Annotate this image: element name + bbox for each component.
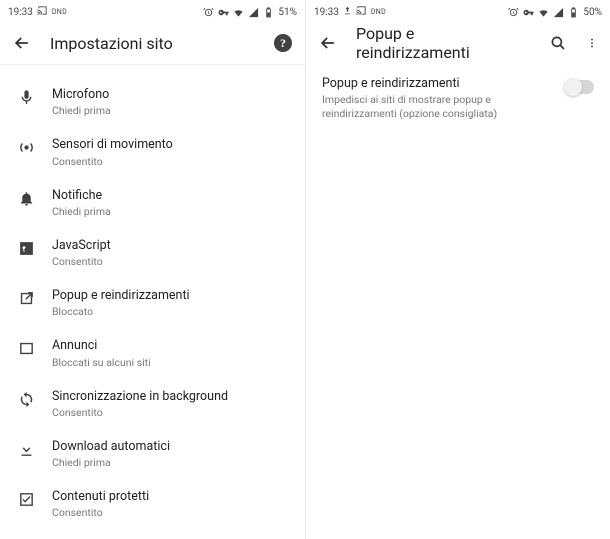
protected-icon: [18, 489, 52, 508]
vpn-key-icon: [523, 7, 534, 18]
app-bar: Popup e reindirizzamenti: [306, 22, 610, 64]
settings-row-sync[interactable]: Sincronizzazione in backgroundConsentito: [0, 379, 305, 429]
popup-icon: [18, 288, 52, 307]
toggle-switch[interactable]: [564, 80, 594, 94]
row-label: Microfono: [52, 87, 291, 103]
page-title: Popup e reindirizzamenti: [356, 24, 530, 62]
row-sub: Consentito: [52, 506, 291, 519]
settings-row-bell[interactable]: NotificheChiedi prima: [0, 178, 305, 228]
row-label: Contenuti protetti: [52, 489, 291, 505]
row-label: JavaScript: [52, 238, 291, 254]
row-sub: Consentito: [52, 155, 291, 168]
overflow-button[interactable]: [586, 33, 598, 53]
screen-site-settings: 19:33 DND 51% Impostazioni sito ? Microf…: [0, 0, 305, 539]
row-label: Popup e reindirizzamenti: [52, 288, 291, 304]
more-vert-icon: [586, 35, 598, 51]
back-button[interactable]: [318, 33, 338, 53]
popup-toggle-row[interactable]: Popup e reindirizzamenti Impedisci ai si…: [306, 64, 610, 133]
row-label: Sincronizzazione in background: [52, 389, 291, 405]
row-sub: Consentito: [52, 255, 291, 268]
signal-icon: [553, 7, 564, 18]
row-sub: Chiedi prima: [52, 104, 291, 117]
detail-description: Impedisci ai siti di mostrare popup e re…: [322, 93, 542, 121]
status-dnd: DND: [371, 8, 386, 16]
status-time: 19:33: [314, 7, 339, 18]
js-icon: [18, 238, 52, 257]
row-label: Download automatici: [52, 439, 291, 455]
settings-row-sensor[interactable]: Sensori di movimento Consentito: [0, 127, 305, 177]
search-button[interactable]: [548, 33, 568, 53]
row-sub: Bloccati su alcuni siti: [52, 356, 291, 369]
square-icon: [18, 338, 52, 357]
battery-icon: [568, 7, 579, 18]
wifi-icon: [233, 7, 244, 18]
row-sub: Chiedi prima: [52, 456, 291, 469]
row-sub: Chiedi prima: [52, 205, 291, 218]
status-bar: 19:33 DND 51%: [0, 0, 305, 22]
status-battery: 51%: [278, 7, 297, 18]
wifi-icon: [538, 7, 549, 18]
row-sub: Bloccato: [52, 305, 291, 318]
status-dnd: DND: [52, 8, 67, 16]
search-icon: [549, 34, 567, 52]
row-label: Annunci: [52, 338, 291, 354]
download-icon: [18, 439, 52, 458]
screen-popup-redirects: 19:33 DND 50% Popup e reindirizzamenti P…: [305, 0, 610, 539]
help-icon: ?: [274, 34, 292, 52]
mic-icon: [18, 87, 52, 106]
settings-row-js[interactable]: JavaScriptConsentito: [0, 228, 305, 278]
row-label: Notifiche: [52, 188, 291, 204]
settings-list: MicrofonoChiedi primaSensori di moviment…: [0, 65, 305, 539]
sync-icon: [18, 389, 52, 408]
settings-row-square[interactable]: Annunci Bloccati su alcuni siti: [0, 328, 305, 378]
status-bar: 19:33 DND 50%: [306, 0, 610, 22]
sensor-icon: [18, 137, 52, 156]
detail-title: Popup e reindirizzamenti: [322, 76, 554, 91]
page-title: Impostazioni sito: [50, 34, 255, 53]
app-bar: Impostazioni sito ?: [0, 22, 305, 64]
row-label: Sensori di movimento: [52, 137, 291, 153]
status-time: 19:33: [8, 7, 33, 18]
settings-row-popup[interactable]: Popup e reindirizzamentiBloccato: [0, 278, 305, 328]
cast-icon: [356, 5, 367, 19]
help-button[interactable]: ?: [273, 33, 293, 53]
back-button[interactable]: [12, 33, 32, 53]
status-battery: 50%: [583, 7, 602, 18]
settings-row-mic[interactable]: MicrofonoChiedi prima: [0, 77, 305, 127]
cast-icon: [37, 5, 48, 19]
settings-row-protected[interactable]: Contenuti protettiConsentito: [0, 479, 305, 529]
vpn-key-icon: [218, 7, 229, 18]
settings-row-download[interactable]: Download automaticiChiedi prima: [0, 429, 305, 479]
signal-icon: [248, 7, 259, 18]
bell-icon: [18, 188, 52, 207]
upload-icon: [343, 6, 352, 18]
alarm-icon: [203, 7, 214, 18]
alarm-icon: [508, 7, 519, 18]
row-sub: Consentito: [52, 406, 291, 419]
battery-icon: [263, 7, 274, 18]
settings-row-audio[interactable]: AudioConsentito: [0, 529, 305, 539]
